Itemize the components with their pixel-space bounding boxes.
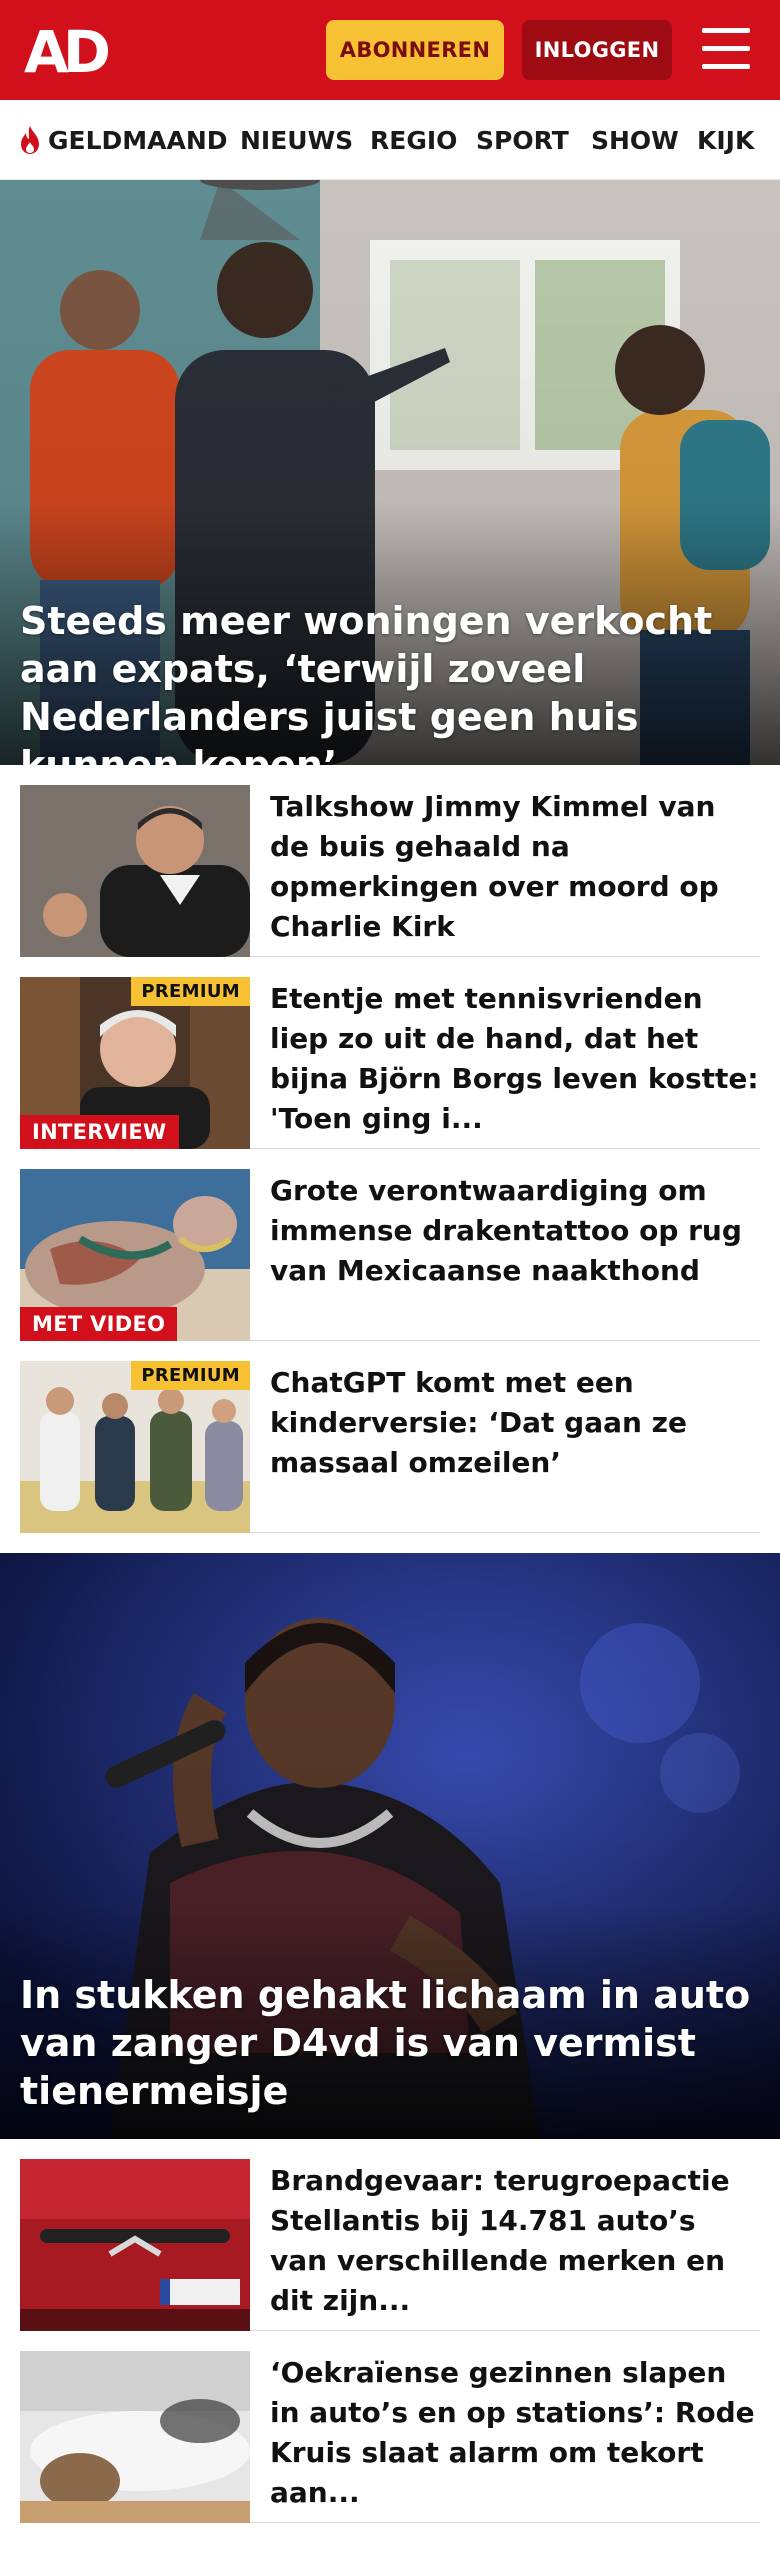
article-title: ChatGPT komt met een kinderversie: ‘Dat … [270, 1366, 687, 1479]
article-card[interactable]: Talkshow Jimmy Kimmel van de buis gehaal… [20, 765, 760, 957]
article-thumbnail: PREMIUM [20, 1361, 250, 1533]
article-title: Brandgevaar: terugroepactie Stellantis b… [270, 2164, 730, 2317]
nav-item-sport[interactable]: SPORT [476, 100, 569, 179]
nav-item-regio[interactable]: REGIO [370, 100, 458, 179]
hero-title: In stukken gehakt lichaam in auto van za… [20, 1973, 751, 2113]
nav-label: KIJK [697, 125, 755, 155]
video-badge: MET VIDEO [20, 1307, 178, 1341]
premium-badge: PREMIUM [131, 1361, 250, 1390]
article-title: ‘Oekraïense gezinnen slapen in auto’s en… [270, 2356, 755, 2509]
login-button[interactable]: INLOGGEN [522, 20, 672, 80]
hero-article-expats[interactable]: Steeds meer woningen verkocht aan expats… [0, 180, 780, 765]
nav-label: NIEUWS [240, 125, 354, 155]
nav-label: SHOW [591, 125, 679, 155]
hamburger-menu-icon[interactable] [700, 26, 752, 72]
article-title: Grote verontwaardiging om immense draken… [270, 1174, 742, 1287]
hero-title: Steeds meer woningen verkocht aan expats… [20, 599, 713, 765]
article-thumbnail: PREMIUM INTERVIEW [20, 977, 250, 1149]
article-title: Talkshow Jimmy Kimmel van de buis gehaal… [270, 790, 719, 943]
nav-item-geldmaand[interactable]: GELDMAAND [18, 100, 228, 179]
interview-badge: INTERVIEW [20, 1115, 179, 1149]
subscribe-button[interactable]: ABONNEREN [326, 20, 504, 80]
article-thumbnail [20, 785, 250, 957]
ad-logo[interactable]: AD [24, 18, 116, 86]
article-title: Etentje met tennisvrienden liep zo uit d… [270, 982, 759, 1135]
article-card[interactable]: ‘Oekraïense gezinnen slapen in auto’s en… [20, 2331, 760, 2523]
nav-item-kijk[interactable]: KIJK [697, 100, 755, 179]
nav-label: GELDMAAND [48, 125, 228, 155]
article-thumbnail [20, 2351, 250, 2523]
site-header: AD ABONNEREN INLOGGEN [0, 0, 780, 100]
hero-article-d4vd[interactable]: In stukken gehakt lichaam in auto van za… [0, 1553, 780, 2139]
nav-item-nieuws[interactable]: NIEUWS [240, 100, 354, 179]
article-card[interactable]: MET VIDEO Grote verontwaardiging om imme… [20, 1149, 760, 1341]
article-card[interactable]: Brandgevaar: terugroepactie Stellantis b… [20, 2139, 760, 2331]
flame-icon [21, 126, 39, 154]
nav-item-show[interactable]: SHOW [591, 100, 679, 179]
section-nav: GELDMAAND NIEUWS REGIO SPORT SHOW KIJK [0, 100, 780, 180]
nav-label: SPORT [476, 125, 569, 155]
article-thumbnail [20, 2159, 250, 2331]
svg-text:AD: AD [24, 22, 109, 78]
article-card[interactable]: PREMIUM INTERVIEW Etentje met tennisvrie… [20, 957, 760, 1149]
article-card[interactable]: PREMIUM ChatGPT komt met een kinderversi… [20, 1341, 760, 1533]
premium-badge: PREMIUM [131, 977, 250, 1006]
nav-label: REGIO [370, 125, 458, 155]
article-thumbnail: MET VIDEO [20, 1169, 250, 1341]
